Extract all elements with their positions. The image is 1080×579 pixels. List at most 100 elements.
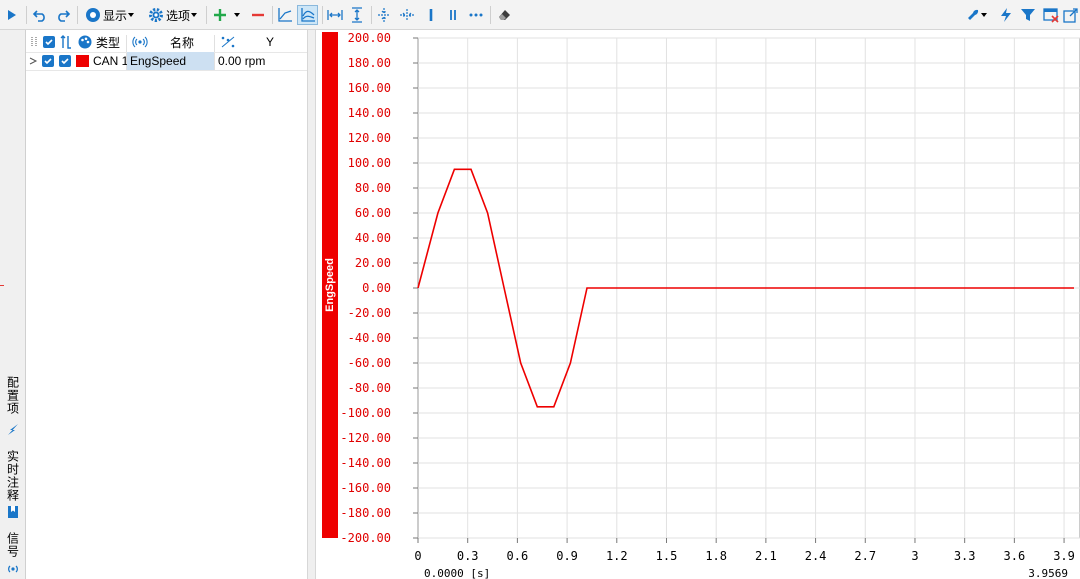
tab-annotation-label: 实时注释 [5,450,20,502]
undo-icon [32,10,45,22]
close-window-button[interactable] [1041,5,1061,25]
undo-button[interactable] [30,5,50,25]
y-tick-label: -180.00 [340,506,391,520]
x-tick-label: 1.8 [705,549,727,563]
chevron-down-icon [981,13,987,17]
tab-signal[interactable]: 信号 [3,530,23,560]
cursor-single-button[interactable] [421,5,441,25]
trigger-button[interactable] [996,5,1016,25]
tab-signal-icon[interactable] [3,560,23,578]
options-menu[interactable]: 选项 [144,5,202,25]
fit-horizontal-icon [327,10,343,20]
x-tick-label: 1.5 [656,549,678,563]
x-tick-label: 3.9 [1053,549,1075,563]
y-tick-label: -140.00 [340,456,391,470]
x-tick-label: 1.2 [606,549,628,563]
x-tick-label: 2.7 [854,549,876,563]
display-icon [85,8,100,22]
header-y[interactable]: Y [266,35,274,49]
y-tick-label: 100.00 [348,156,391,170]
header-name[interactable]: 名称 [170,34,194,51]
more-icon [469,13,483,17]
line-chart[interactable]: 200.00 180.00 160.00 140.00 120.00 100.00 80.0… [338,30,1080,579]
y-tick-label: -120.00 [340,431,391,445]
more-button[interactable] [466,5,486,25]
y-tick-label: 60.00 [355,206,391,220]
row-visible-checkbox[interactable] [42,55,54,67]
remove-signal-button[interactable] [247,5,269,25]
y-axis-label: EngSpeed [324,258,337,312]
side-tab-strip: 配置项 实时注释 信号 [0,30,26,579]
fit-horizontal-button[interactable] [325,5,345,25]
toolbar: 显示 选项 [0,0,1080,30]
row-expand-icon[interactable] [29,56,38,66]
header-type[interactable]: 类型 [96,34,120,51]
filter-button[interactable] [1018,5,1038,25]
lightning-icon [1001,8,1011,22]
remove-icon [252,13,264,17]
y-tick-label: 20.00 [355,256,391,270]
chevron-down-icon [128,13,134,17]
x-tick-label: 3.6 [1004,549,1026,563]
chevron-down-icon [191,13,197,17]
row-y-value: 0.00 rpm [218,54,266,68]
export-button[interactable] [1062,5,1080,25]
scatter-icon [221,36,235,48]
play-button[interactable] [0,5,22,25]
check-icon [45,39,53,46]
export-icon [1063,8,1078,23]
y-tick-label: -160.00 [340,481,391,495]
y-tick-label: -40.00 [348,331,391,345]
cursor-single-icon [429,9,433,21]
zoom-in-button[interactable] [374,5,394,25]
tab-annotation-icon[interactable] [3,503,23,521]
signal-icon [8,565,18,573]
curve-chart-icon [300,8,315,22]
chevron-down-icon [234,13,240,17]
select-all-checkbox[interactable] [43,36,55,48]
panel-splitter[interactable] [307,30,316,579]
row-select-checkbox[interactable] [59,55,71,67]
signal-panel: 类型 名称 Y CAN 1 EngSpeed 0.00 rpm [26,30,307,579]
x-tick-label: 3 [911,549,918,563]
add-signal-button[interactable] [210,5,230,25]
y-axis-signal-bar[interactable]: EngSpeed [322,32,338,538]
tab-config[interactable]: 配置项 [3,370,23,420]
grid-handle-icon [31,37,37,47]
row-name-cell[interactable]: EngSpeed [127,52,214,70]
display-menu[interactable]: 显示 [81,5,139,25]
fit-vertical-button[interactable] [347,5,367,25]
tab-config-icon[interactable] [3,421,23,437]
x-tick-label: 2.1 [755,549,777,563]
signal-color-swatch[interactable] [76,55,89,67]
tools-menu[interactable] [964,5,990,25]
x-range-start: 0.0000 [s] [424,567,490,579]
redo-button[interactable] [53,5,73,25]
y-tick-label: 180.00 [348,56,391,70]
table-row[interactable]: CAN 1 EngSpeed 0.00 rpm [26,52,307,70]
tab-annotation[interactable]: 实时注释 [3,446,23,506]
cursor-double-button[interactable] [443,5,463,25]
zoom-in-icon [378,8,390,22]
eraser-icon [499,10,510,20]
x-tick-label: 2.4 [805,549,827,563]
y-tick-label: -20.00 [348,306,391,320]
display-label: 显示 [102,8,127,23]
y-tick-label: 0.00 [362,281,391,295]
add-dropdown[interactable] [231,5,243,25]
line-chart-button[interactable] [275,5,295,25]
y-tick-label: 160.00 [348,81,391,95]
eraser-button[interactable] [494,5,514,25]
bookmark-icon [8,506,18,518]
zoom-out-icon [400,9,414,21]
wrench-icon [968,9,979,20]
arrow-icon [8,424,18,435]
signal-icon [132,36,148,48]
play-icon [8,10,16,20]
y-tick-label: -200.00 [340,531,391,545]
x-tick-label: 0.3 [457,549,479,563]
x-tick-label: 0.9 [556,549,578,563]
zoom-out-button[interactable] [397,5,417,25]
curve-chart-button[interactable] [297,5,318,25]
sort-icon[interactable] [60,35,72,49]
